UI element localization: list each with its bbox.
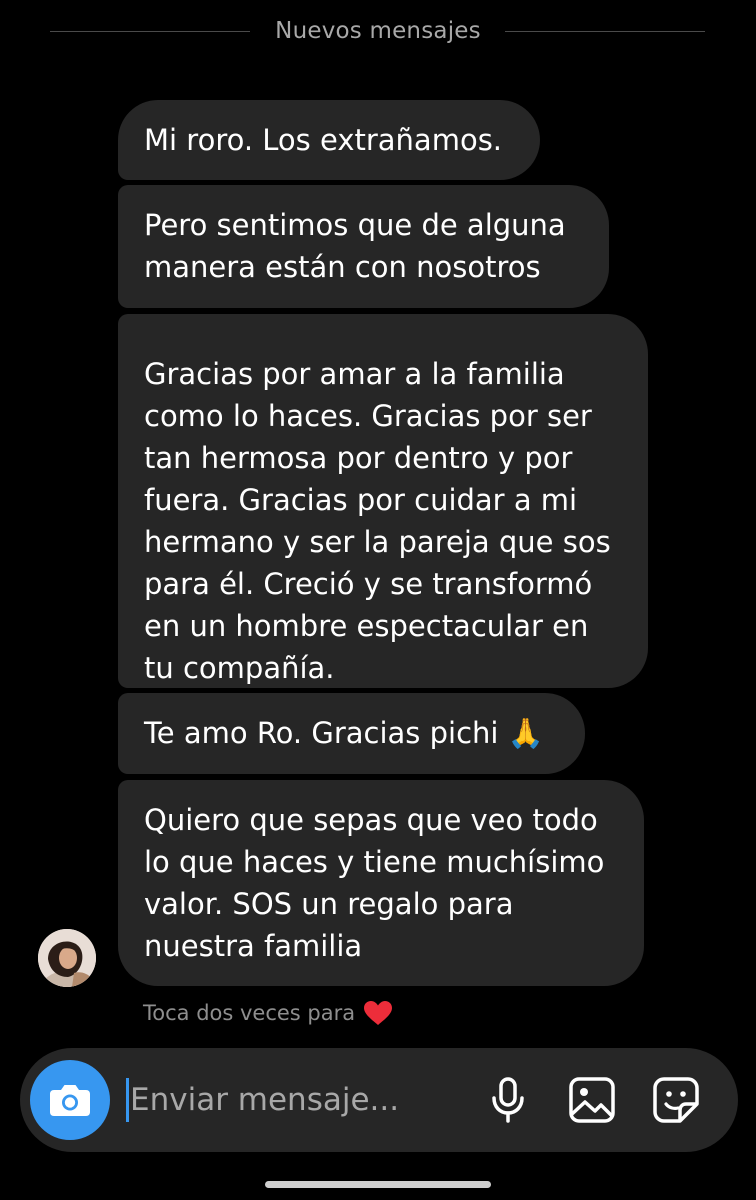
gallery-icon bbox=[569, 1077, 615, 1123]
message-composer bbox=[20, 1048, 738, 1152]
message-text: Gracias por amar a la familia como lo ha… bbox=[144, 357, 611, 685]
camera-icon bbox=[50, 1085, 90, 1116]
gallery-button[interactable] bbox=[564, 1072, 620, 1128]
camera-button[interactable] bbox=[30, 1060, 110, 1140]
message-bubble[interactable]: Quiero que sepas que veo todo lo que hac… bbox=[118, 780, 644, 986]
avatar-photo bbox=[38, 929, 96, 987]
double-tap-hint-text: Toca dos veces para bbox=[143, 1001, 356, 1025]
sticker-icon bbox=[653, 1077, 699, 1123]
microphone-icon bbox=[492, 1077, 524, 1123]
double-tap-hint: Toca dos veces para bbox=[143, 1000, 393, 1026]
new-messages-divider: Nuevos mensajes bbox=[0, 14, 756, 54]
message-bubble[interactable]: Pero sentimos que de alguna manera están… bbox=[118, 185, 609, 308]
heart-icon bbox=[363, 1000, 393, 1026]
sender-avatar[interactable] bbox=[38, 929, 96, 987]
message-bubble[interactable]: Gracias por amar a la familia como lo ha… bbox=[118, 314, 648, 688]
message-input[interactable] bbox=[128, 1074, 460, 1126]
divider-line-right bbox=[505, 31, 705, 32]
home-indicator[interactable] bbox=[265, 1181, 491, 1188]
microphone-button[interactable] bbox=[480, 1072, 536, 1128]
bubble-padding bbox=[144, 333, 622, 353]
message-bubble[interactable]: Te amo Ro. Gracias pichi 🙏 bbox=[118, 693, 585, 774]
message-bubble[interactable]: Mi roro. Los extrañamos. bbox=[118, 100, 540, 180]
sticker-button[interactable] bbox=[648, 1072, 704, 1128]
